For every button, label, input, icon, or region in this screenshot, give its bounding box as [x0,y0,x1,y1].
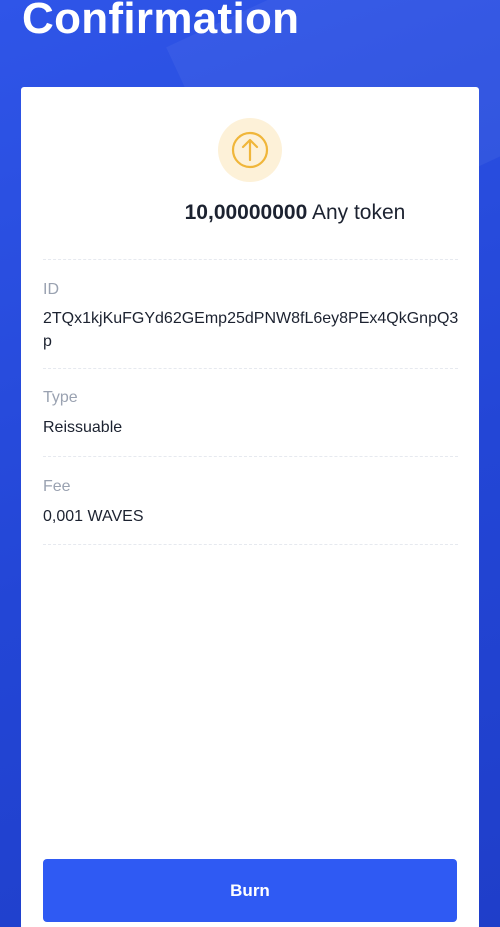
divider [43,544,458,545]
burn-button[interactable]: Burn [43,859,457,922]
fee-value: 0,001 WAVES [43,508,144,525]
divider [43,456,458,457]
type-value: Reissuable [43,419,123,436]
fee-label: Fee [43,478,71,495]
divider [43,368,458,369]
id-value: 2TQx1kjKuFGYd62GEmp25dPNW8fL6ey8PEx4QkGn… [43,310,459,350]
type-label: Type [43,389,78,406]
arrow-up-circle-icon [218,118,282,182]
confirmation-card: 10,00000000 Any token ID 2TQx1kjKuFGYd62… [21,87,479,927]
token-amount: 10,00000000 Any token [21,201,479,225]
amount-value: 10,00000000 [184,201,308,224]
id-label: ID [43,281,59,298]
token-name: Any token [311,201,406,224]
page-title: Confirmation [22,0,300,43]
divider [43,259,458,260]
